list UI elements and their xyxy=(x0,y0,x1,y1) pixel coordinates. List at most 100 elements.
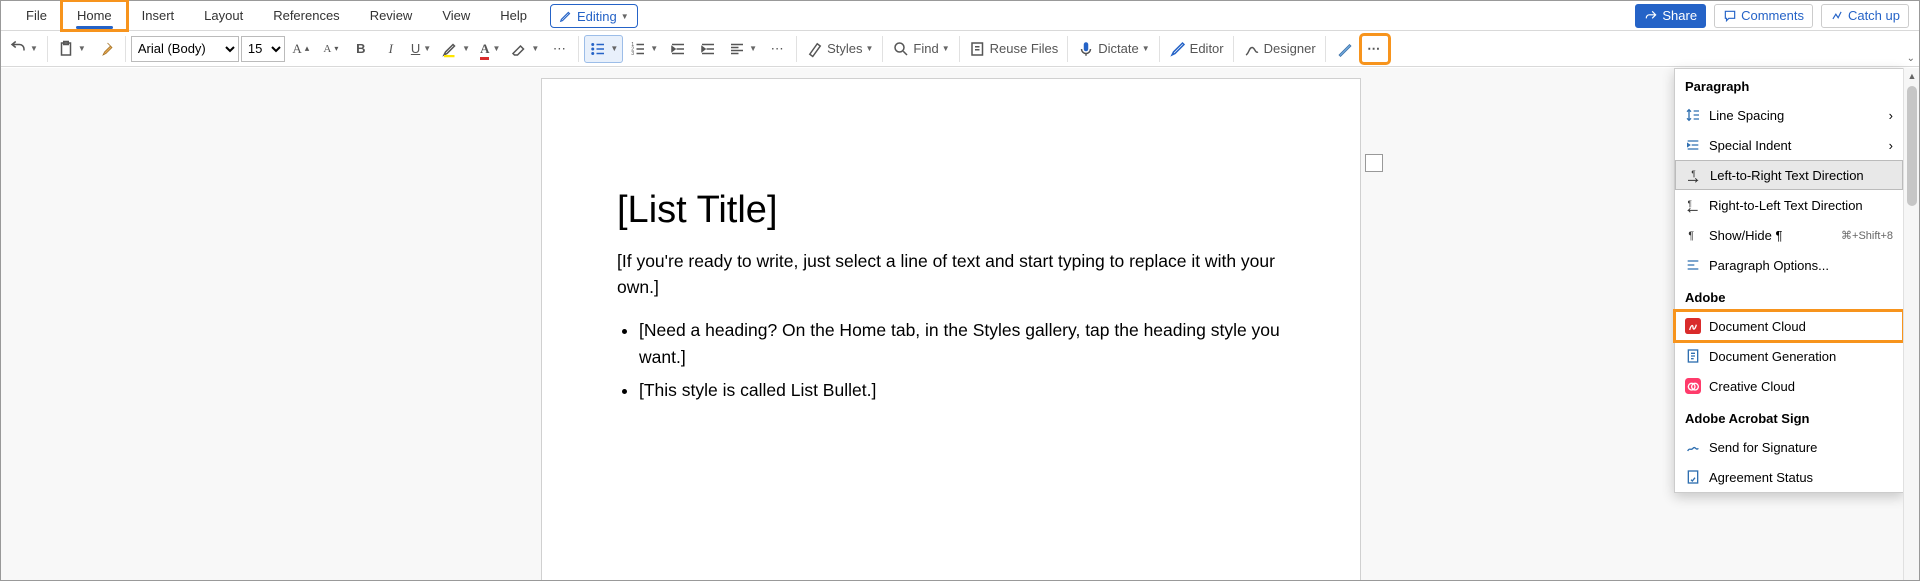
ink-button[interactable] xyxy=(1331,35,1359,63)
format-painter-button[interactable] xyxy=(92,35,120,63)
clear-format-button[interactable]: ▼ xyxy=(506,35,543,63)
designer-icon xyxy=(1243,40,1261,58)
mic-icon xyxy=(1077,40,1095,58)
tab-references[interactable]: References xyxy=(258,1,354,30)
svg-text:¶: ¶ xyxy=(1688,230,1694,242)
more-font-button[interactable]: ⋯ xyxy=(545,35,573,63)
styles-button[interactable]: Styles▼ xyxy=(802,35,877,63)
align-button[interactable]: ▼ xyxy=(724,35,761,63)
menu-rtl-direction[interactable]: ¶Right-to-Left Text Direction xyxy=(1675,190,1903,220)
pen-icon xyxy=(1336,40,1354,58)
menu-agreement-status[interactable]: Agreement Status xyxy=(1675,462,1903,492)
editor-button[interactable]: Editor xyxy=(1165,35,1228,63)
bullet-list[interactable]: [Need a heading? On the Home tab, in the… xyxy=(617,317,1285,404)
share-icon xyxy=(1644,9,1658,23)
tab-review[interactable]: Review xyxy=(355,1,428,30)
more-para-button[interactable]: ⋯ xyxy=(763,35,791,63)
decrease-indent-button[interactable] xyxy=(664,35,692,63)
document-canvas: [List Title] [If you're ready to write, … xyxy=(1,68,1919,580)
menu-send-signature[interactable]: Send for Signature xyxy=(1675,432,1903,462)
tab-insert[interactable]: Insert xyxy=(127,1,190,30)
intro-paragraph[interactable]: [If you're ready to write, just select a… xyxy=(617,248,1285,301)
doc-gen-icon xyxy=(1685,348,1701,364)
tab-help[interactable]: Help xyxy=(485,1,542,30)
menu-special-indent[interactable]: Special Indent› xyxy=(1675,130,1903,160)
shrink-font-button[interactable]: A▾ xyxy=(317,35,345,63)
chevron-right-icon: › xyxy=(1889,138,1893,153)
agreement-icon xyxy=(1685,469,1701,485)
highlight-icon xyxy=(441,40,459,58)
tab-home[interactable]: Home xyxy=(62,1,127,30)
tab-layout[interactable]: Layout xyxy=(189,1,258,30)
list-item[interactable]: [This style is called List Bullet.] xyxy=(639,377,1285,404)
creative-cloud-icon xyxy=(1685,378,1701,394)
tab-file[interactable]: File xyxy=(11,1,62,30)
menu-ltr-direction[interactable]: ¶Left-to-Right Text Direction xyxy=(1675,160,1903,190)
svg-text:¶: ¶ xyxy=(1691,169,1695,178)
grow-font-button[interactable]: A▴ xyxy=(287,35,315,63)
scroll-thumb[interactable] xyxy=(1907,86,1917,206)
highlight-button[interactable]: ▼ xyxy=(437,35,474,63)
toolbar: ▼ ▼ Arial (Body) 15 A▴ A▾ B I U▼ ▼ A▼ ▼ … xyxy=(1,31,1919,67)
bold-button[interactable]: B xyxy=(347,35,375,63)
ribbon-tabs: File Home Insert Layout References Revie… xyxy=(1,1,1919,31)
editing-mode-button[interactable]: Editing ▼ xyxy=(550,4,638,28)
paragraph-options-icon xyxy=(1685,257,1701,273)
bullet-list-icon xyxy=(589,40,607,58)
menu-line-spacing[interactable]: Line Spacing› xyxy=(1675,100,1903,130)
scroll-up-icon[interactable]: ▲ xyxy=(1904,68,1920,84)
list-item[interactable]: [Need a heading? On the Home tab, in the… xyxy=(639,317,1285,371)
catchup-button[interactable]: Catch up xyxy=(1821,4,1909,28)
designer-button[interactable]: Designer xyxy=(1239,35,1320,63)
clipboard-icon xyxy=(57,40,75,58)
undo-icon xyxy=(9,40,27,58)
rtl-icon: ¶ xyxy=(1685,197,1701,213)
paste-button[interactable]: ▼ xyxy=(53,35,90,63)
font-family-select[interactable]: Arial (Body) xyxy=(131,36,239,62)
italic-button[interactable]: I xyxy=(377,35,405,63)
svg-text:¶: ¶ xyxy=(1688,199,1692,208)
indent-icon xyxy=(699,40,717,58)
outdent-icon xyxy=(669,40,687,58)
more-commands-button[interactable]: ⋯ xyxy=(1361,35,1389,63)
pilcrow-icon: ¶ xyxy=(1685,227,1701,243)
paintbrush-icon xyxy=(97,40,115,58)
bullets-button[interactable]: ▼ xyxy=(584,35,623,63)
acrobat-icon xyxy=(1685,318,1701,334)
number-list-icon: 123 xyxy=(629,40,647,58)
page[interactable]: [List Title] [If you're ready to write, … xyxy=(541,78,1361,580)
menu-creative-cloud[interactable]: Creative Cloud xyxy=(1675,371,1903,401)
comments-button[interactable]: Comments xyxy=(1714,4,1813,28)
menu-section-acrobat-sign: Adobe Acrobat Sign xyxy=(1675,401,1903,432)
page-title[interactable]: [List Title] xyxy=(617,189,1285,232)
collapse-ribbon-icon[interactable]: ⌄ xyxy=(1907,53,1915,64)
undo-button[interactable]: ▼ xyxy=(5,35,42,63)
menu-document-cloud[interactable]: Document Cloud xyxy=(1675,311,1903,341)
chevron-down-icon: ▼ xyxy=(621,12,629,21)
menu-section-paragraph: Paragraph xyxy=(1675,69,1903,100)
dictate-button[interactable]: Dictate▼ xyxy=(1073,35,1153,63)
share-button[interactable]: Share xyxy=(1635,4,1706,28)
eraser-icon xyxy=(510,40,528,58)
underline-button[interactable]: U▼ xyxy=(407,35,435,63)
menu-paragraph-options[interactable]: Paragraph Options... xyxy=(1675,250,1903,280)
selection-handle[interactable] xyxy=(1365,154,1383,172)
tab-view[interactable]: View xyxy=(427,1,485,30)
menu-document-generation[interactable]: Document Generation xyxy=(1675,341,1903,371)
font-size-select[interactable]: 15 xyxy=(241,36,285,62)
increase-indent-button[interactable] xyxy=(694,35,722,63)
reuse-files-button[interactable]: Reuse Files xyxy=(965,35,1063,63)
menu-section-adobe: Adobe xyxy=(1675,280,1903,311)
find-button[interactable]: Find▼ xyxy=(888,35,953,63)
menu-show-hide[interactable]: ¶Show/Hide ¶⌘+Shift+8 xyxy=(1675,220,1903,250)
svg-text:3: 3 xyxy=(631,51,634,57)
chevron-right-icon: › xyxy=(1889,108,1893,123)
font-color-button[interactable]: A▼ xyxy=(476,35,504,63)
numbering-button[interactable]: 123▼ xyxy=(625,35,662,63)
comment-icon xyxy=(1723,9,1737,23)
reuse-icon xyxy=(969,40,987,58)
vertical-scrollbar[interactable]: ▲ xyxy=(1903,68,1919,580)
indent-icon xyxy=(1685,137,1701,153)
signature-icon xyxy=(1685,439,1701,455)
search-icon xyxy=(892,40,910,58)
